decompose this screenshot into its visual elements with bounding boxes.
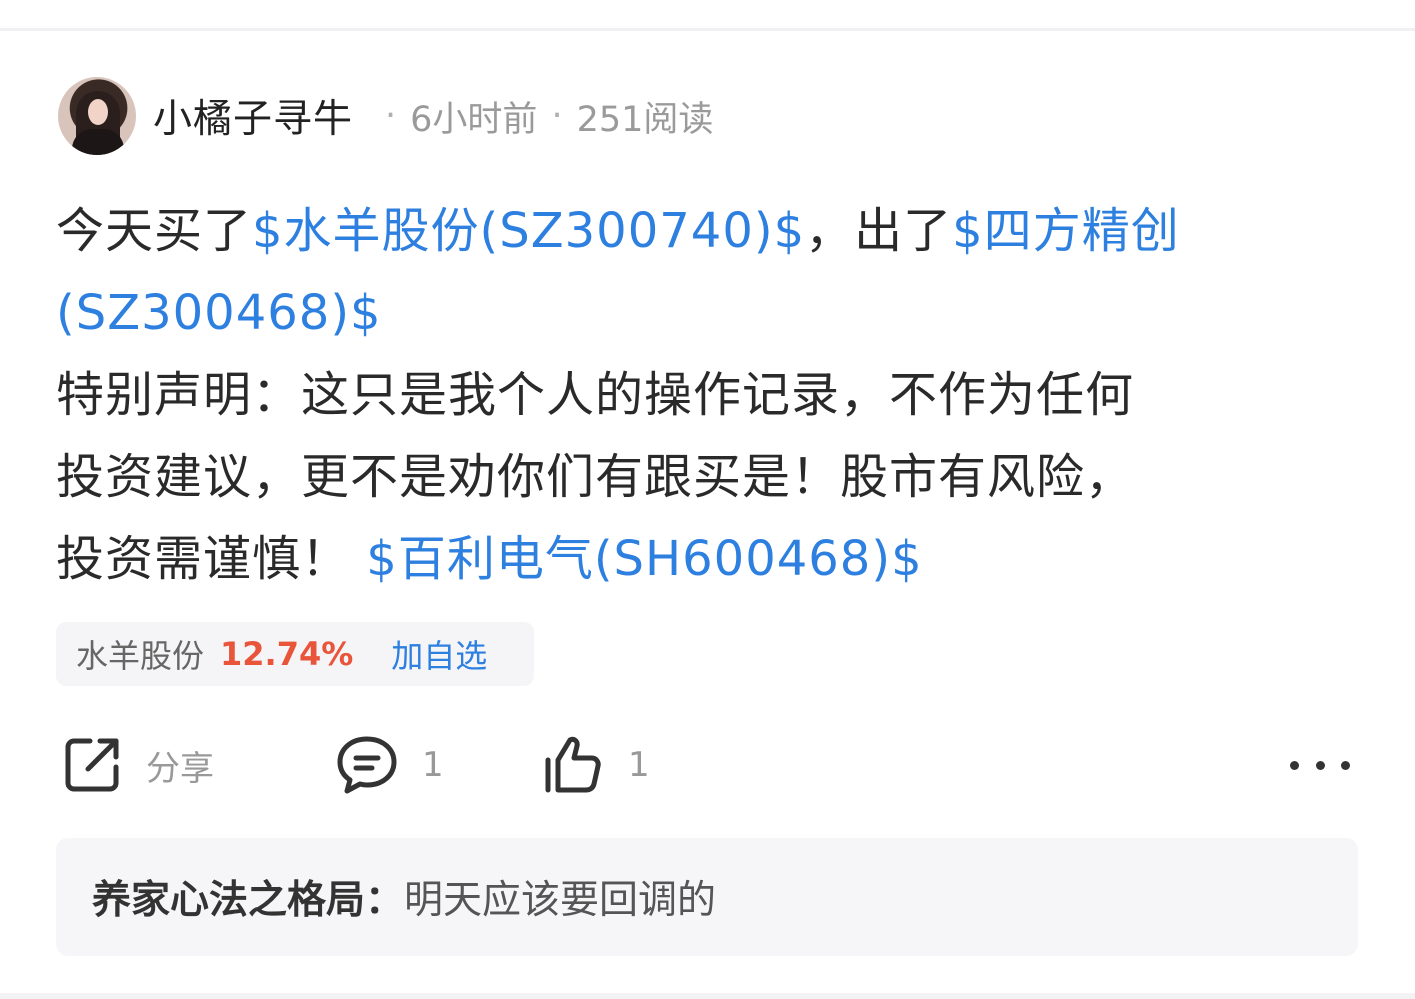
post-meta: · 6小时前 · 251阅读 <box>371 91 713 142</box>
stock-link-sifang-code[interactable]: (SZ300468)$ <box>56 285 382 341</box>
share-icon <box>65 738 119 792</box>
comment-author[interactable]: 养家心法之格局： <box>92 869 404 925</box>
post-line: 今天买了$水羊股份(SZ300740)$，出了$四方精创 <box>56 190 1376 272</box>
thumbs-up-icon <box>545 736 601 793</box>
post-text: ，出了 <box>805 203 953 259</box>
chip-stock-change: 12.74% <box>220 635 354 673</box>
like-count: 1 <box>628 745 650 785</box>
comment-button[interactable]: 1 <box>334 730 444 800</box>
divider-top <box>0 28 1415 31</box>
add-watchlist-button[interactable]: 加自选 <box>391 631 487 677</box>
top-comment[interactable]: 养家心法之格局： 明天应该要回调的 <box>56 838 1358 956</box>
author-name[interactable]: 小橘子寻牛 <box>153 88 353 144</box>
share-button[interactable]: 分享 <box>60 730 214 800</box>
action-bar: 分享 1 1 <box>60 730 1360 800</box>
post-body: 今天买了$水羊股份(SZ300740)$，出了$四方精创 (SZ300468)$… <box>56 190 1376 600</box>
comment-text: 明天应该要回调的 <box>404 878 717 923</box>
stock-link-sifang[interactable]: $四方精创 <box>952 203 1180 259</box>
like-button[interactable]: 1 <box>540 730 650 800</box>
avatar[interactable] <box>58 77 136 155</box>
post-line: 投资建议，更不是劝你们有跟买是！股市有风险， <box>56 449 1135 505</box>
post-line: 投资需谨慎！ $百利电气(SH600468)$ <box>56 518 1376 600</box>
post-text: 投资需谨慎！ <box>56 531 351 587</box>
divider-bottom <box>0 993 1415 999</box>
more-icon[interactable] <box>1290 750 1350 780</box>
read-count: 251阅读 <box>576 99 714 140</box>
stock-link-shuiyang[interactable]: $水羊股份(SZ300740)$ <box>252 203 805 259</box>
post-text: 今天买了 <box>56 203 253 259</box>
post-card: 小橘子寻牛 · 6小时前 · 251阅读 今天买了$水羊股份(SZ300740)… <box>0 0 1415 999</box>
post-time: 6小时前 <box>410 99 538 140</box>
chip-stock-name[interactable]: 水羊股份 <box>76 631 204 677</box>
post-header: 小橘子寻牛 · 6小时前 · 251阅读 <box>58 76 713 156</box>
share-label: 分享 <box>146 748 214 789</box>
post-line: 特别声明：这只是我个人的操作记录，不作为任何 <box>56 367 1135 423</box>
stock-chip[interactable]: 水羊股份 12.74% 加自选 <box>56 622 534 686</box>
comment-icon <box>337 736 397 794</box>
meta-separator: · <box>551 96 563 136</box>
meta-separator: · <box>385 96 397 136</box>
comment-count: 1 <box>422 745 444 785</box>
post-line: (SZ300468)$ <box>56 272 1376 354</box>
stock-link-baili[interactable]: $百利电气(SH600468)$ <box>366 531 922 587</box>
